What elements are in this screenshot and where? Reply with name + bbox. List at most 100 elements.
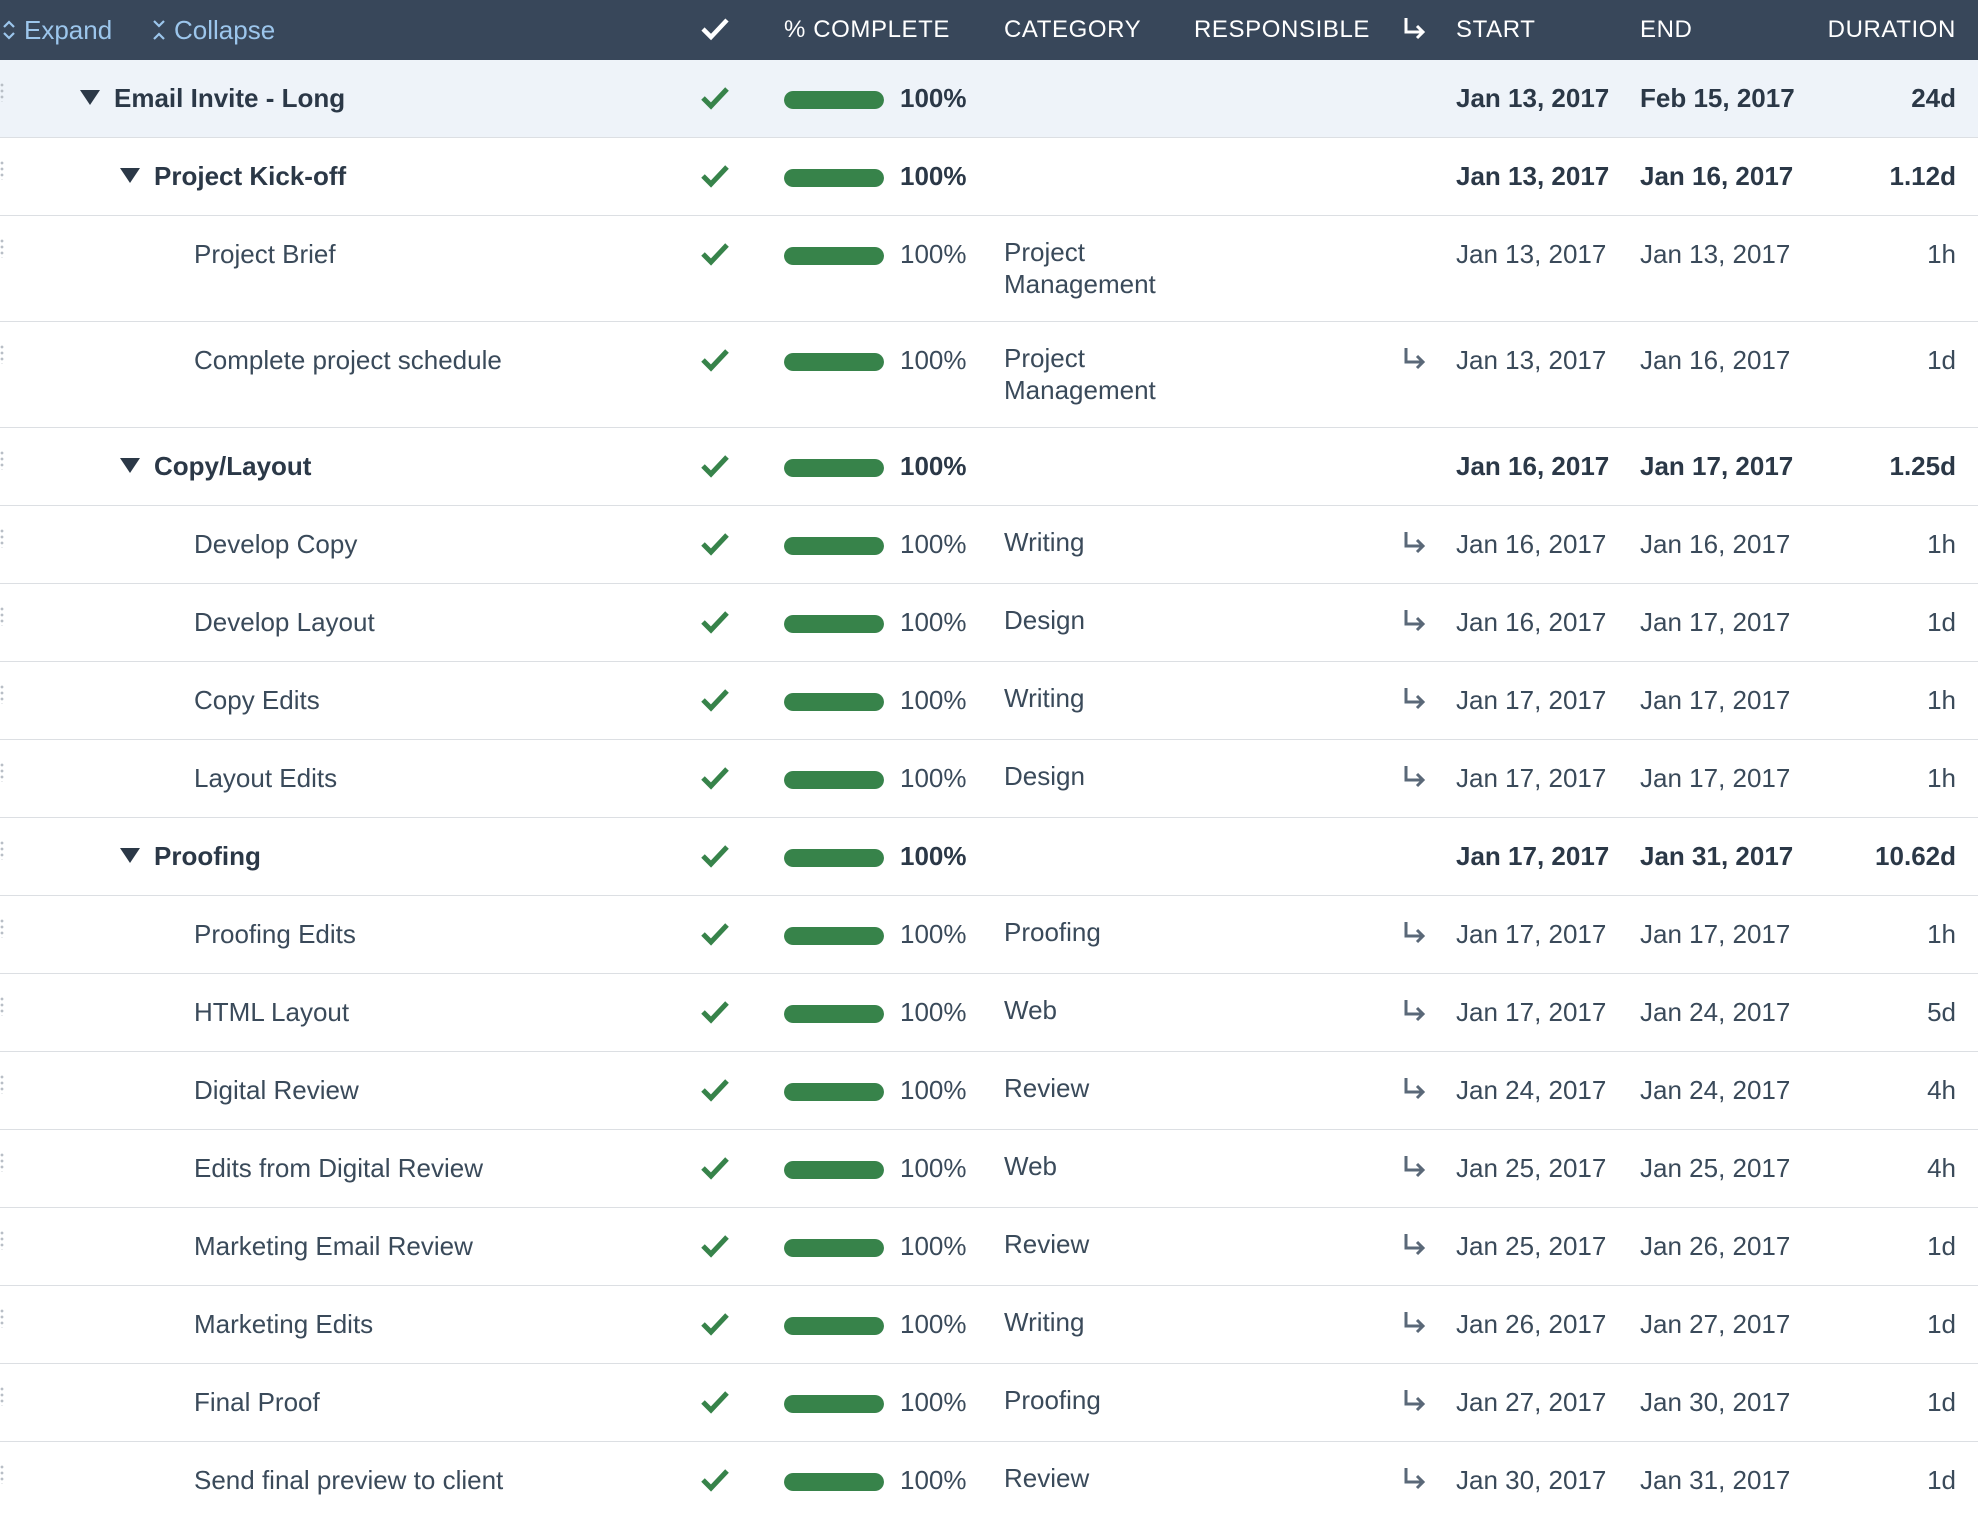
category-value[interactable]: Project Management	[1004, 342, 1204, 406]
drag-handle-icon[interactable]	[0, 1308, 4, 1328]
category-value[interactable]: Review	[1004, 1462, 1204, 1494]
start-date[interactable]: Jan 27, 2017	[1456, 1364, 1606, 1440]
end-date[interactable]: Jan 17, 2017	[1640, 662, 1790, 738]
end-date[interactable]: Jan 17, 2017	[1640, 896, 1790, 972]
dependency-arrow-icon[interactable]	[1402, 1232, 1428, 1258]
end-date[interactable]: Jan 16, 2017	[1640, 322, 1790, 398]
duration-value[interactable]: 1.12d	[1890, 138, 1957, 214]
end-date[interactable]: Jan 27, 2017	[1640, 1286, 1790, 1362]
check-column-icon[interactable]	[700, 16, 730, 42]
dependency-arrow-icon[interactable]	[1402, 764, 1428, 790]
end-date[interactable]: Feb 15, 2017	[1640, 60, 1795, 136]
duration-value[interactable]: 24d	[1911, 60, 1956, 136]
duration-value[interactable]: 4h	[1927, 1130, 1956, 1206]
duration-value[interactable]: 1d	[1927, 1442, 1956, 1518]
dependency-arrow-icon[interactable]	[1402, 686, 1428, 712]
duration-value[interactable]: 1d	[1927, 584, 1956, 660]
drag-handle-icon[interactable]	[0, 918, 4, 938]
dependency-arrow-icon[interactable]	[1402, 1388, 1428, 1414]
task-name[interactable]: Project Kick-off	[154, 138, 346, 214]
task-row[interactable]: Project Brief 100% Project Management Jan 1…	[0, 216, 1978, 322]
column-header-percent-complete[interactable]: % COMPLETE	[784, 0, 950, 60]
end-date[interactable]: Jan 26, 2017	[1640, 1208, 1790, 1284]
task-name[interactable]: Copy Edits	[194, 662, 320, 738]
dependency-arrow-icon[interactable]	[1402, 1076, 1428, 1102]
task-name[interactable]: Edits from Digital Review	[194, 1130, 483, 1206]
end-date[interactable]: Jan 17, 2017	[1640, 584, 1790, 660]
column-header-responsible[interactable]: RESPONSIBLE	[1194, 0, 1370, 60]
task-row[interactable]: Project Kick-off 100% Jan 13, 2017 Jan 16, …	[0, 138, 1978, 216]
start-date[interactable]: Jan 24, 2017	[1456, 1052, 1606, 1128]
check-icon[interactable]	[700, 1388, 730, 1416]
dependency-arrow-icon[interactable]	[1402, 1154, 1428, 1180]
end-date[interactable]: Jan 24, 2017	[1640, 1052, 1790, 1128]
end-date[interactable]: Jan 16, 2017	[1640, 138, 1793, 214]
check-icon[interactable]	[700, 530, 730, 558]
drag-handle-icon[interactable]	[0, 762, 4, 782]
drag-handle-icon[interactable]	[0, 1230, 4, 1250]
drag-handle-icon[interactable]	[0, 1074, 4, 1094]
start-date[interactable]: Jan 30, 2017	[1456, 1442, 1606, 1518]
task-row[interactable]: Marketing Email Review 100% Review Jan 25, …	[0, 1208, 1978, 1286]
triangle-down-icon[interactable]	[120, 458, 140, 473]
start-date[interactable]: Jan 17, 2017	[1456, 818, 1609, 894]
task-name[interactable]: Layout Edits	[194, 740, 337, 816]
column-header-duration[interactable]: DURATION	[1828, 0, 1956, 60]
drag-handle-icon[interactable]	[0, 606, 4, 626]
check-icon[interactable]	[700, 998, 730, 1026]
drag-handle-icon[interactable]	[0, 1386, 4, 1406]
end-date[interactable]: Jan 30, 2017	[1640, 1364, 1790, 1440]
task-row[interactable]: Proofing Edits 100% Proofing Jan 17, 2017 Ja…	[0, 896, 1978, 974]
start-date[interactable]: Jan 17, 2017	[1456, 896, 1606, 972]
drag-handle-icon[interactable]	[0, 450, 4, 470]
category-value[interactable]: Proofing	[1004, 1384, 1204, 1416]
task-row[interactable]: Layout Edits 100% Design Jan 17, 2017 Jan 17…	[0, 740, 1978, 818]
drag-handle-icon[interactable]	[0, 996, 4, 1016]
dependency-arrow-icon[interactable]	[1402, 608, 1428, 634]
start-date[interactable]: Jan 25, 2017	[1456, 1208, 1606, 1284]
task-row[interactable]: Digital Review 100% Review Jan 24, 2017 Jan …	[0, 1052, 1978, 1130]
duration-value[interactable]: 1.25d	[1890, 428, 1957, 504]
duration-value[interactable]: 5d	[1927, 974, 1956, 1050]
check-icon[interactable]	[700, 452, 730, 480]
task-row[interactable]: Edits from Digital Review 100% Web Jan 25, …	[0, 1130, 1978, 1208]
start-date[interactable]: Jan 17, 2017	[1456, 740, 1606, 816]
category-value[interactable]: Writing	[1004, 682, 1204, 714]
check-icon[interactable]	[700, 1154, 730, 1182]
drag-handle-icon[interactable]	[0, 238, 4, 258]
duration-value[interactable]: 1d	[1927, 322, 1956, 398]
duration-value[interactable]: 1h	[1927, 506, 1956, 582]
dependency-arrow-icon[interactable]	[1402, 1466, 1428, 1492]
category-value[interactable]: Writing	[1004, 526, 1204, 558]
start-date[interactable]: Jan 16, 2017	[1456, 428, 1609, 504]
start-date[interactable]: Jan 13, 2017	[1456, 138, 1609, 214]
start-date[interactable]: Jan 17, 2017	[1456, 662, 1606, 738]
check-icon[interactable]	[700, 920, 730, 948]
start-date[interactable]: Jan 17, 2017	[1456, 974, 1606, 1050]
duration-value[interactable]: 1h	[1927, 216, 1956, 292]
duration-value[interactable]: 1d	[1927, 1208, 1956, 1284]
category-value[interactable]: Review	[1004, 1228, 1204, 1260]
end-date[interactable]: Jan 25, 2017	[1640, 1130, 1790, 1206]
duration-value[interactable]: 1d	[1927, 1364, 1956, 1440]
check-icon[interactable]	[700, 240, 730, 268]
start-date[interactable]: Jan 13, 2017	[1456, 60, 1609, 136]
duration-value[interactable]: 1h	[1927, 896, 1956, 972]
expand-button[interactable]: Expand	[2, 0, 112, 60]
drag-handle-icon[interactable]	[0, 344, 4, 364]
start-date[interactable]: Jan 16, 2017	[1456, 584, 1606, 660]
duration-value[interactable]: 4h	[1927, 1052, 1956, 1128]
dependency-column-icon[interactable]	[1402, 16, 1428, 42]
triangle-down-icon[interactable]	[120, 848, 140, 863]
drag-handle-icon[interactable]	[0, 684, 4, 704]
end-date[interactable]: Jan 13, 2017	[1640, 216, 1790, 292]
check-icon[interactable]	[700, 1466, 730, 1494]
column-header-end[interactable]: END	[1640, 0, 1692, 60]
category-value[interactable]: Review	[1004, 1072, 1204, 1104]
task-row[interactable]: Email Invite - Long 100% Jan 13, 2017 Feb 1…	[0, 60, 1978, 138]
start-date[interactable]: Jan 13, 2017	[1456, 322, 1606, 398]
task-row[interactable]: Develop Layout 100% Design Jan 16, 2017 Jan …	[0, 584, 1978, 662]
task-name[interactable]: Develop Copy	[194, 506, 357, 582]
check-icon[interactable]	[700, 686, 730, 714]
drag-handle-icon[interactable]	[0, 1464, 4, 1484]
